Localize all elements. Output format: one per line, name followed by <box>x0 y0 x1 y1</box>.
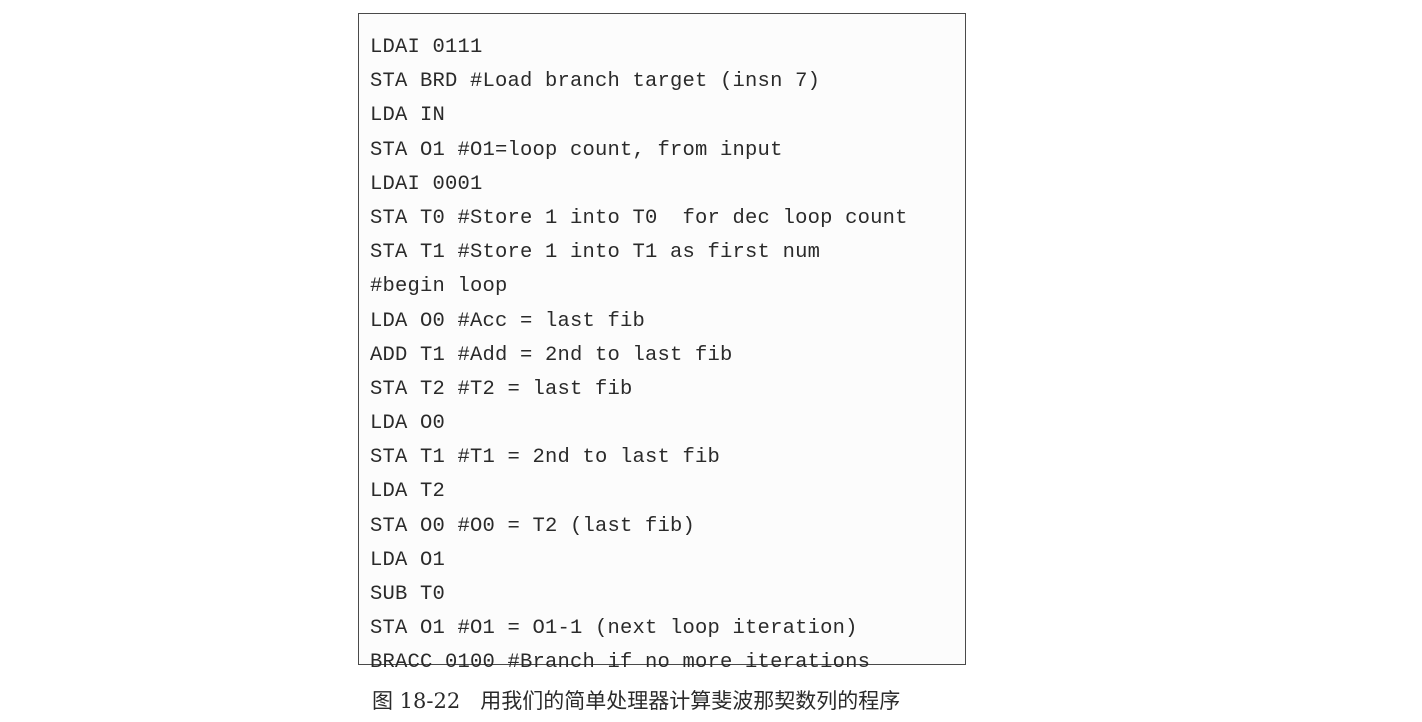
code-line: STA BRD #Load branch target (insn 7) <box>370 70 821 94</box>
code-line: ADD T1 #Add = 2nd to last fib <box>370 343 733 367</box>
code-line: LDA IN <box>370 104 446 128</box>
code-line: STA T1 #Store 1 into T1 as first num <box>370 241 821 265</box>
code-line: BRACC 0100 #Branch if no more iterations <box>370 651 871 675</box>
code-line: #begin loop <box>370 275 508 299</box>
code-line: STA O1 #O1 = O1-1 (next loop iteration) <box>370 617 858 641</box>
code-line: STA O0 #O0 = T2 (last fib) <box>370 514 696 538</box>
code-line: LDA O0 <box>370 412 446 436</box>
code-line: LDA T2 <box>370 480 446 504</box>
code-listing-box: LDAI 0111 STA BRD #Load branch target (i… <box>358 13 966 674</box>
code-line: LDAI 0111 <box>370 36 483 59</box>
code-line: STA T1 #T1 = 2nd to last fib <box>370 446 721 470</box>
code-line: LDA O1 <box>370 548 446 572</box>
code-line: LDA O0 #Acc = last fib <box>370 309 646 333</box>
code-line: SUB T0 <box>370 583 446 606</box>
code-line: LDAI 0001 <box>370 172 483 196</box>
code-line: STA T2 #T2 = last fib <box>370 377 633 401</box>
code-lines: LDAI 0111 STA BRD #Load branch target (i… <box>370 31 908 681</box>
figure-caption: 图 18-22 用我们的简单处理器计算斐波那契数列的程序 <box>372 689 901 713</box>
code-line: STA O1 #O1=loop count, from input <box>370 138 783 162</box>
code-line: STA T0 #Store 1 into T0 for dec loop cou… <box>370 206 908 230</box>
